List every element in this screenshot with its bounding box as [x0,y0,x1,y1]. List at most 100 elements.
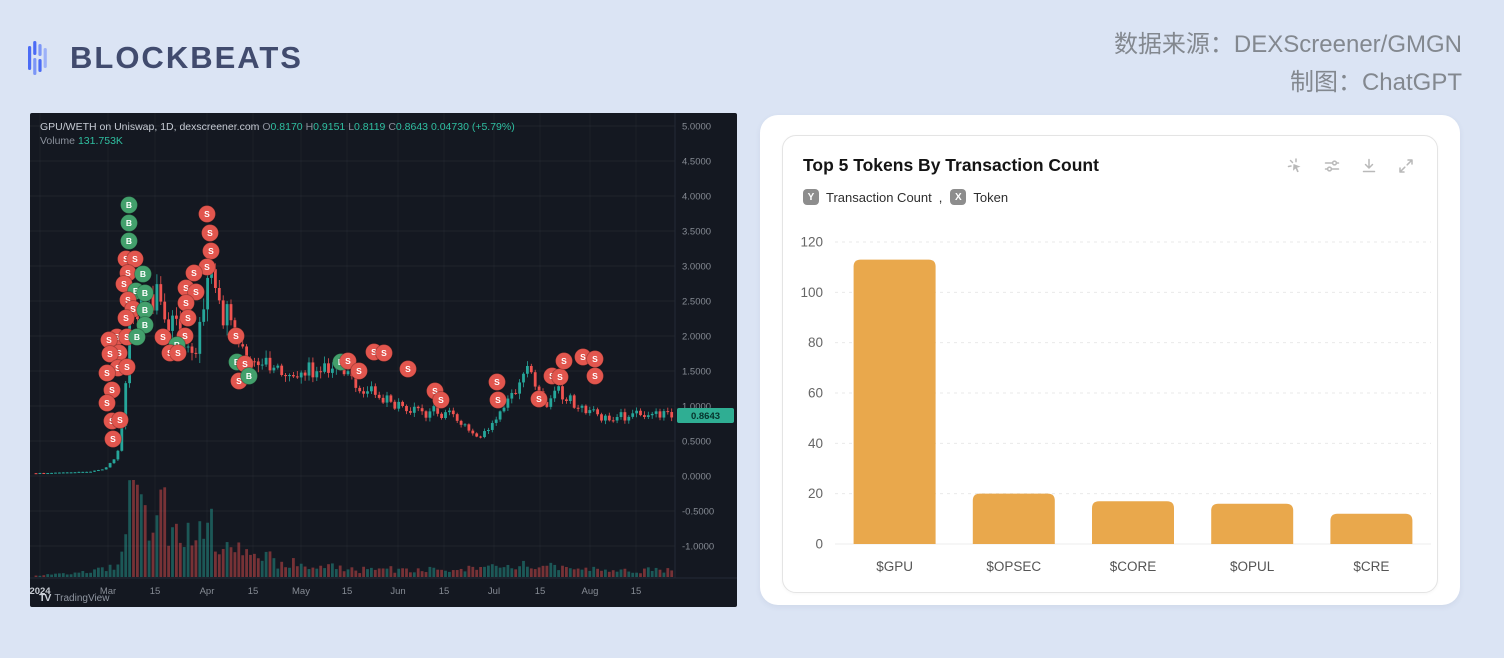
svg-text:$GPU: $GPU [876,559,913,574]
svg-text:B: B [142,288,148,298]
svg-text:S: S [106,335,112,345]
blockbeats-logo: BLOCKBEATS [28,38,303,78]
svg-text:$OPSEC: $OPSEC [986,559,1041,574]
svg-text:2.5000: 2.5000 [682,297,711,308]
card-title: Top 5 Tokens By Transaction Count [803,155,1099,176]
filter-sliders-icon[interactable] [1323,157,1341,175]
svg-text:15: 15 [439,586,450,597]
svg-text:S: S [208,246,214,256]
svg-text:-1.0000: -1.0000 [682,542,714,553]
svg-text:Jul: Jul [488,586,500,597]
svg-text:40: 40 [808,436,823,451]
svg-text:3.5000: 3.5000 [682,227,711,238]
interactive-sparkle-icon[interactable] [1286,157,1304,175]
svg-text:S: S [592,371,598,381]
tv-legend-line2: Volume 131.753K [40,134,515,148]
tv-legend-line1: GPU/WETH on Uniswap, 1D, dexscreener.com… [40,120,515,134]
ohlc-high-value: 0.9151 [313,121,345,133]
ohlc-change-value: 0.04730 (+5.79%) [431,121,515,133]
axis-mapping-row: Y Transaction Count , X Token [783,176,1437,205]
svg-text:S: S [561,356,567,366]
svg-text:S: S [185,313,191,323]
svg-text:S: S [104,398,110,408]
svg-text:S: S [124,362,130,372]
axis-separator: , [939,190,943,205]
svg-text:1.5000: 1.5000 [682,367,711,378]
svg-text:S: S [204,209,210,219]
svg-text:$CRE: $CRE [1353,559,1389,574]
svg-text:B: B [126,218,132,228]
svg-text:B: B [126,236,132,246]
svg-text:S: S [494,377,500,387]
svg-text:S: S [207,228,213,238]
svg-text:S: S [438,395,444,405]
svg-text:60: 60 [808,386,823,401]
svg-text:15: 15 [342,586,353,597]
svg-text:S: S [104,368,110,378]
y-axis-field: Transaction Count [826,190,932,205]
svg-text:S: S [160,332,166,342]
tv-symbol: GPU/WETH on Uniswap, 1D, dexscreener.com [40,121,259,133]
volume-value: 131.753K [78,135,123,147]
svg-text:2.0000: 2.0000 [682,332,711,343]
svg-text:15: 15 [631,586,642,597]
svg-text:120: 120 [800,235,823,250]
svg-text:Jun: Jun [390,586,405,597]
svg-text:S: S [183,298,189,308]
svg-text:S: S [592,354,598,364]
svg-text:0.0000: 0.0000 [682,472,711,483]
svg-text:S: S [193,287,199,297]
data-source-note: 数据来源：DEXScreener/GMGN 制图：ChatGPT [1114,26,1462,102]
download-icon[interactable] [1360,157,1378,175]
card-toolbar [1286,157,1415,175]
svg-text:20: 20 [808,486,823,501]
svg-text:5.0000: 5.0000 [682,122,711,133]
ohlc-low-value: 0.8119 [354,121,385,133]
expand-icon[interactable] [1397,157,1415,175]
chart-card-panel: Top 5 Tokens By Transaction Count [760,115,1460,605]
svg-text:S: S [132,254,138,264]
svg-text:S: S [204,262,210,272]
svg-text:100: 100 [800,285,823,300]
svg-text:S: S [107,349,113,359]
svg-text:4.5000: 4.5000 [682,157,711,168]
tradingview-attribution: TV TradingView [39,592,109,604]
svg-text:0.5000: 0.5000 [682,437,711,448]
svg-text:0.8643: 0.8643 [691,411,720,422]
blockbeats-logo-icon [28,38,58,78]
svg-text:15: 15 [248,586,259,597]
x-axis-field: Token [973,190,1008,205]
svg-text:B: B [134,332,140,342]
svg-text:S: S [405,364,411,374]
brand-wordmark: BLOCKBEATS [70,40,303,76]
svg-text:S: S [381,348,387,358]
svg-text:S: S [495,395,501,405]
tradingview-logo-icon: TV [39,592,50,604]
bar-chart-canvas: 020406080100120$GPU$OPSEC$CORE$OPUL$CRE [783,224,1437,592]
svg-text:S: S [109,385,115,395]
svg-text:80: 80 [808,335,823,350]
ohlc-open-value: 0.8170 [271,121,303,133]
tradingview-attribution-text: TradingView [54,593,109,604]
svg-text:B: B [142,305,148,315]
svg-text:-0.5000: -0.5000 [682,507,714,518]
svg-text:S: S [356,366,362,376]
svg-text:15: 15 [535,586,546,597]
svg-text:3.0000: 3.0000 [682,262,711,273]
tv-legend: GPU/WETH on Uniswap, 1D, dexscreener.com… [40,120,515,148]
svg-text:S: S [121,279,127,289]
x-axis-badge: X [950,189,966,205]
svg-text:Apr: Apr [200,586,215,597]
svg-text:S: S [580,352,586,362]
svg-text:S: S [175,348,181,358]
candlestick-chart-canvas: -1.0000-0.50000.00000.50001.00001.50002.… [30,113,737,607]
ohlc-open-label: O [262,121,270,133]
y-axis-badge: Y [803,189,819,205]
svg-text:$CORE: $CORE [1110,559,1157,574]
svg-text:B: B [126,200,132,210]
svg-text:0: 0 [815,537,823,552]
svg-text:4.0000: 4.0000 [682,192,711,203]
source-line-1: 数据来源：DEXScreener/GMGN [1114,26,1462,64]
ohlc-close-value: 0.8643 [396,121,428,133]
svg-text:S: S [536,394,542,404]
